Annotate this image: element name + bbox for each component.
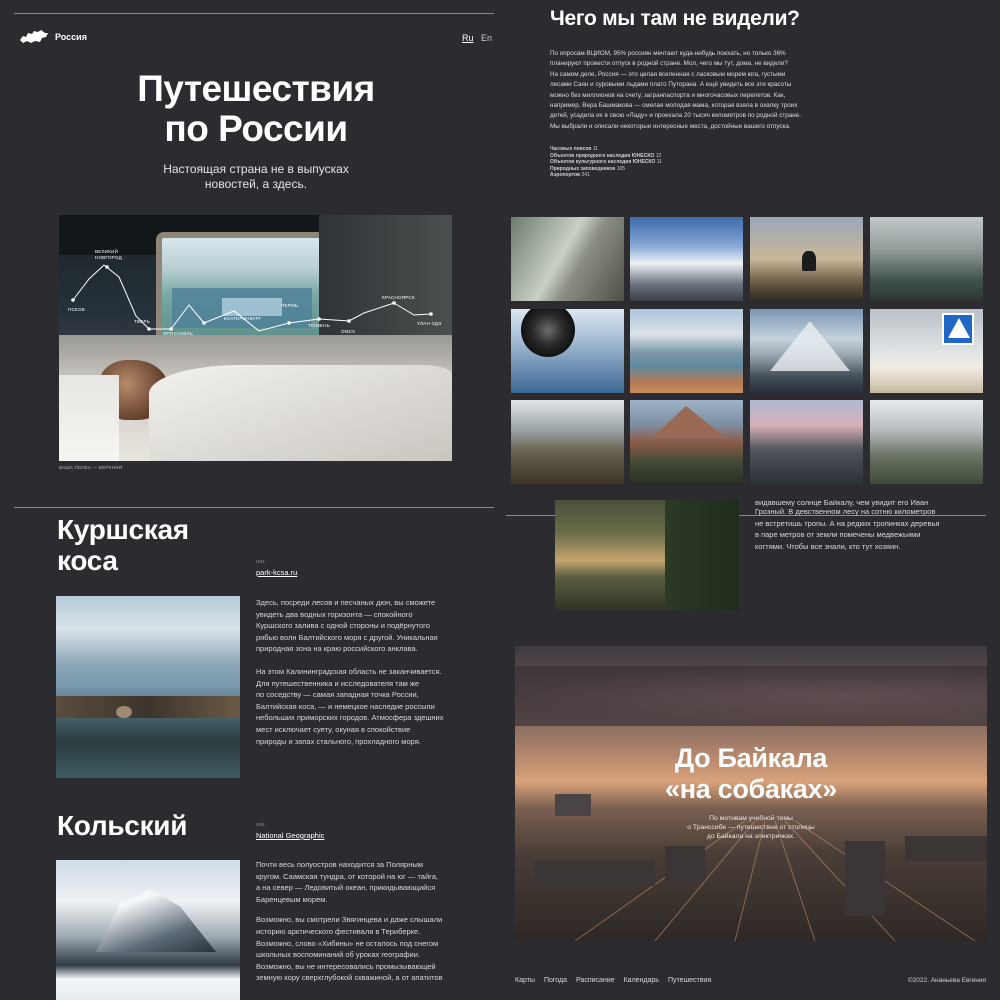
destinations-section: Куршская коса URL park-kcsa.ru Здесь, пос… [0, 500, 500, 1000]
footer-nav: Карты Погода Расписание Календарь Путеше… [515, 977, 720, 984]
gallery-photo[interactable] [750, 217, 863, 301]
intro-title: Чего мы там не видели? [550, 7, 800, 30]
kola-url-link[interactable]: National Geographic [256, 831, 324, 840]
footer-link-travel[interactable]: Путешествия [668, 977, 711, 984]
footer-link-calendar[interactable]: Календарь [624, 977, 659, 984]
logo-text: Россия [55, 32, 87, 42]
forest-text: видавшему солнце Байкалу, чем увидит его… [755, 500, 940, 551]
stat-item: Аэропортов 241 [550, 172, 590, 179]
pedestrian-sign-icon [942, 313, 974, 345]
footer-link-schedule[interactable]: Расписание [576, 977, 615, 984]
url-label: URL [256, 559, 266, 564]
route-stop-label: ОМСК [341, 329, 356, 334]
route-stop-label: ЕКАТЕРИНБУРГ [224, 316, 262, 321]
route-stop-label: ТЮМЕНЬ [308, 323, 330, 328]
route-stop-label: ЯРОСЛАВЛЬ [163, 331, 193, 336]
footer-link-maps[interactable]: Карты [515, 977, 535, 984]
divider [14, 13, 494, 14]
url-label: URL [256, 822, 266, 827]
kola-title: Кольский [57, 810, 188, 841]
intro-paragraph: По опросам ВЦИОМ, 95% россиян мечтают ку… [550, 50, 801, 130]
gallery-photo[interactable] [511, 217, 624, 301]
intro-section: Чего мы там не видели? По опросам ВЦИОМ,… [500, 0, 1000, 500]
railway-yard-photo: До Байкала «на собаках» По мотивам учебно… [515, 646, 987, 941]
baikal-title: До Байкала «на собаках» [664, 743, 837, 804]
train-berth-photo: ПСКОВ ВЕЛИКИЙ НОВГОРОД ТВЕРЬ ЯРОСЛАВЛЬ Е… [59, 215, 452, 461]
kursh-text: Здесь, посреди лесов и песчаных дюн, вы … [256, 598, 444, 746]
stat-item: Часовых поясов 11 [550, 146, 599, 152]
route-stop-label: КРАСНОЯРСК [382, 295, 415, 300]
site-logo[interactable]: Россия [20, 30, 87, 44]
route-stop-label: ТВЕРЬ [134, 319, 151, 324]
gallery-photo[interactable] [511, 309, 624, 393]
route-stop-label: ПСКОВ [68, 307, 85, 312]
gallery-photo[interactable] [630, 217, 743, 301]
divider [14, 507, 494, 508]
photo-caption: ВАША ПОЛКА — ВЕРХНЯЯ [59, 465, 123, 470]
lang-ru-link[interactable]: Ru [462, 33, 474, 43]
route-stop-label: ВЕЛИКИЙ НОВГОРОД [95, 249, 122, 260]
baikal-subtitle: По мотивам учебной темы о Транссибе — пут… [687, 815, 815, 841]
kola-text: Почти весь полуостров находится за Поляр… [256, 860, 443, 983]
lang-en-link[interactable]: En [481, 33, 492, 43]
route-stop-label: ПЕРМЬ [281, 303, 299, 308]
russia-map-icon [20, 30, 48, 43]
kursh-url-link[interactable]: park-kcsa.ru [256, 568, 297, 577]
stats-list: Часовых поясов 11 Объектов природного на… [550, 146, 662, 179]
hero-title: Путешествия по России [137, 68, 375, 149]
hero-subtitle: Настоящая страна не в выпусках новостей, … [163, 162, 349, 191]
gallery-photo[interactable] [630, 309, 743, 393]
gallery-photo[interactable] [630, 400, 743, 484]
kola-photo [56, 860, 240, 1000]
footer-link-weather[interactable]: Погода [544, 977, 567, 984]
hero-section: Россия Ru En Путешествия по России Настоя… [0, 0, 500, 500]
stat-item: Объектов культурного наследия ЮНЕСКО 11 [550, 159, 662, 166]
kursh-photo [56, 596, 240, 778]
gallery-photo[interactable] [750, 309, 863, 393]
gallery-photo[interactable] [870, 309, 983, 393]
footer-copyright: ©2022. Ананьева Евгения [907, 977, 986, 984]
route-stop-label: УЛАН-УДЭ [417, 321, 442, 326]
baikal-section: видавшему солнце Байкалу, чем увидит его… [500, 500, 1000, 1000]
gallery-photo[interactable] [870, 217, 983, 301]
stat-item: Природных заповедников 105 [550, 165, 626, 172]
forest-lake-photo [555, 500, 739, 610]
gallery-photo[interactable] [870, 400, 983, 484]
kursh-title: Куршская коса [57, 514, 189, 576]
gallery-photo[interactable] [511, 400, 624, 484]
gallery-photo[interactable] [750, 400, 863, 484]
